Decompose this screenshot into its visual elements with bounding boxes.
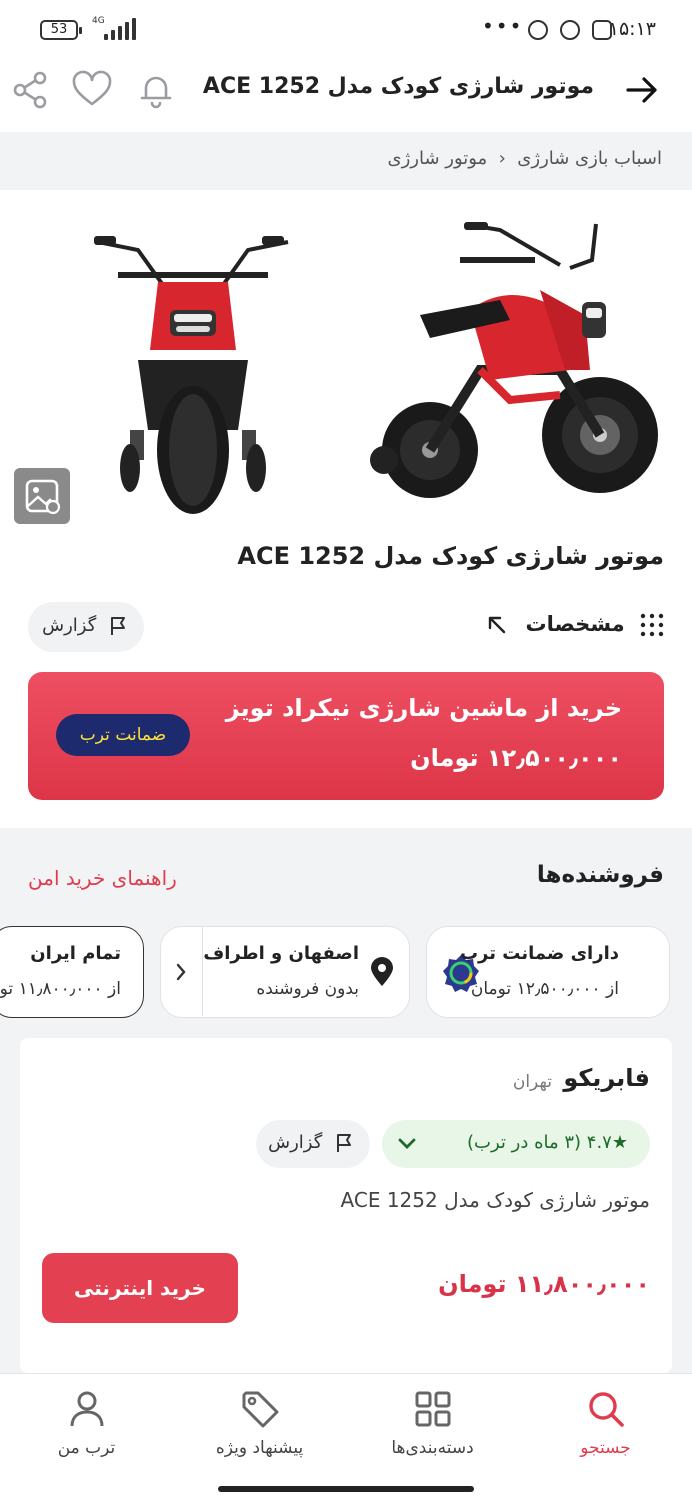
grid-icon (412, 1388, 454, 1430)
location-pin-icon (369, 957, 395, 991)
nav-special-offer[interactable]: پیشنهاد ویژه (173, 1374, 346, 1474)
report-label: گزارش (268, 1132, 323, 1153)
nav-label: جستجو (580, 1438, 631, 1458)
more-notifications-icon: ••• (482, 14, 524, 38)
heart-icon[interactable] (70, 68, 114, 112)
rating-text: ★۴.۷ (۳ ماه در ترب) (467, 1132, 628, 1153)
grid-dots-icon (640, 613, 664, 637)
nav-categories[interactable]: دسته‌بندی‌ها (346, 1374, 519, 1474)
user-icon (66, 1388, 108, 1430)
report-button[interactable]: گزارش (28, 602, 144, 652)
seller-city: تهران (512, 1072, 552, 1092)
gallery-icon[interactable] (14, 468, 70, 524)
filter-title: دارای ضمانت ترب (459, 943, 619, 964)
seller-rating[interactable]: ★۴.۷ (۳ ماه در ترب) (382, 1120, 650, 1168)
breadcrumb-item[interactable]: اسباب بازی شارژی (517, 148, 662, 169)
banner-title: خرید از ماشین شارژی نیکراد تویز (225, 694, 622, 722)
app-header: موتور شارژی کودک مدل ACE 1252 (0, 58, 692, 132)
safe-purchase-guide-link[interactable]: راهنمای خرید امن (28, 866, 177, 890)
flag-icon (111, 617, 125, 635)
seller-name[interactable]: فابریکو (563, 1064, 650, 1092)
filter-subtitle: از ۱۲٫۵۰۰٫۰۰۰ تومان (470, 979, 619, 999)
home-indicator[interactable] (218, 1486, 474, 1492)
report-label: گزارش (42, 615, 97, 636)
clock: ۱۵:۱۳ (608, 18, 656, 40)
specs-label: مشخصات (525, 612, 625, 636)
bottom-nav: جستجو دسته‌بندی‌ها پیشنهاد ویژه ترب من (0, 1373, 692, 1500)
nav-label: پیشنهاد ویژه (215, 1438, 304, 1458)
filter-title: تمام ایران (30, 943, 121, 964)
network-type: 4G (92, 16, 105, 26)
buy-online-button[interactable]: خرید اینترنتی (42, 1253, 238, 1323)
breadcrumb: اسباب بازی شارژی ‹ موتور شارژی (0, 132, 692, 190)
bell-icon[interactable] (134, 68, 178, 112)
banner-price: ۱۲٫۵۰۰٫۰۰۰ تومان (410, 744, 622, 772)
filter-subtitle: بدون فروشنده (256, 979, 359, 999)
nav-search[interactable]: جستجو (519, 1374, 692, 1474)
app-notification-icon (528, 20, 548, 40)
nav-label: دسته‌بندی‌ها (391, 1438, 474, 1458)
product-title: موتور شارژی کودک مدل ACE 1252 (237, 542, 664, 570)
chevron-left-icon[interactable] (161, 927, 203, 1016)
sellers-heading: فروشنده‌ها (536, 862, 664, 888)
breadcrumb-trail: اسباب بازی شارژی ‹ موتور شارژی (387, 148, 662, 169)
status-bar: 53 4G ••• ۱۵:۱۳ (0, 0, 692, 58)
share-icon[interactable] (8, 68, 52, 112)
filter-card-location[interactable]: اصفهان و اطراف بدون فروشنده (160, 926, 410, 1018)
product-image-front[interactable] (58, 220, 328, 520)
nav-label: ترب من (57, 1438, 116, 1458)
whatsapp-icon (560, 20, 580, 40)
flag-icon (337, 1134, 351, 1152)
nav-profile[interactable]: ترب من (0, 1374, 173, 1474)
guarantee-badge: ضمانت ترب (56, 714, 190, 756)
seller-card: فابریکو تهران ★۴.۷ (۳ ماه در ترب) گزارش … (20, 1038, 672, 1373)
breadcrumb-separator: ‹ (498, 148, 506, 169)
signal-icon (104, 18, 136, 40)
battery-indicator: 53 (40, 20, 82, 40)
filter-card-all-iran[interactable]: تمام ایران از ۱۱٫۸۰۰٫۰۰۰ تومان (0, 926, 144, 1018)
page-title: موتور شارژی کودک مدل ACE 1252 (202, 74, 594, 99)
guaranteed-buy-banner[interactable]: خرید از ماشین شارژی نیکراد تویز ۱۲٫۵۰۰٫۰… (28, 672, 664, 800)
filter-title: اصفهان و اطراف (203, 943, 359, 964)
breadcrumb-item[interactable]: موتور شارژی (387, 148, 487, 169)
search-icon (585, 1388, 627, 1430)
back-arrow-icon[interactable] (624, 72, 660, 117)
tag-icon (239, 1388, 281, 1430)
seller-product-name: موتور شارژی کودک مدل ACE 1252 (340, 1188, 650, 1212)
filter-card-guarantee[interactable]: دارای ضمانت ترب از ۱۲٫۵۰۰٫۰۰۰ تومان (426, 926, 670, 1018)
filter-subtitle: از ۱۱٫۸۰۰٫۰۰۰ تومان (0, 979, 121, 999)
product-image-side[interactable] (360, 220, 660, 520)
chevron-down-icon (396, 1134, 418, 1158)
seller-report-button[interactable]: گزارش (256, 1120, 370, 1168)
arrow-up-left-icon (488, 616, 506, 634)
specs-link[interactable]: مشخصات (486, 612, 664, 637)
product-section: موتور شارژی کودک مدل ACE 1252 مشخصات گزا… (0, 190, 692, 828)
seller-price: ۱۱٫۸۰۰٫۰۰۰ تومان (438, 1270, 650, 1298)
